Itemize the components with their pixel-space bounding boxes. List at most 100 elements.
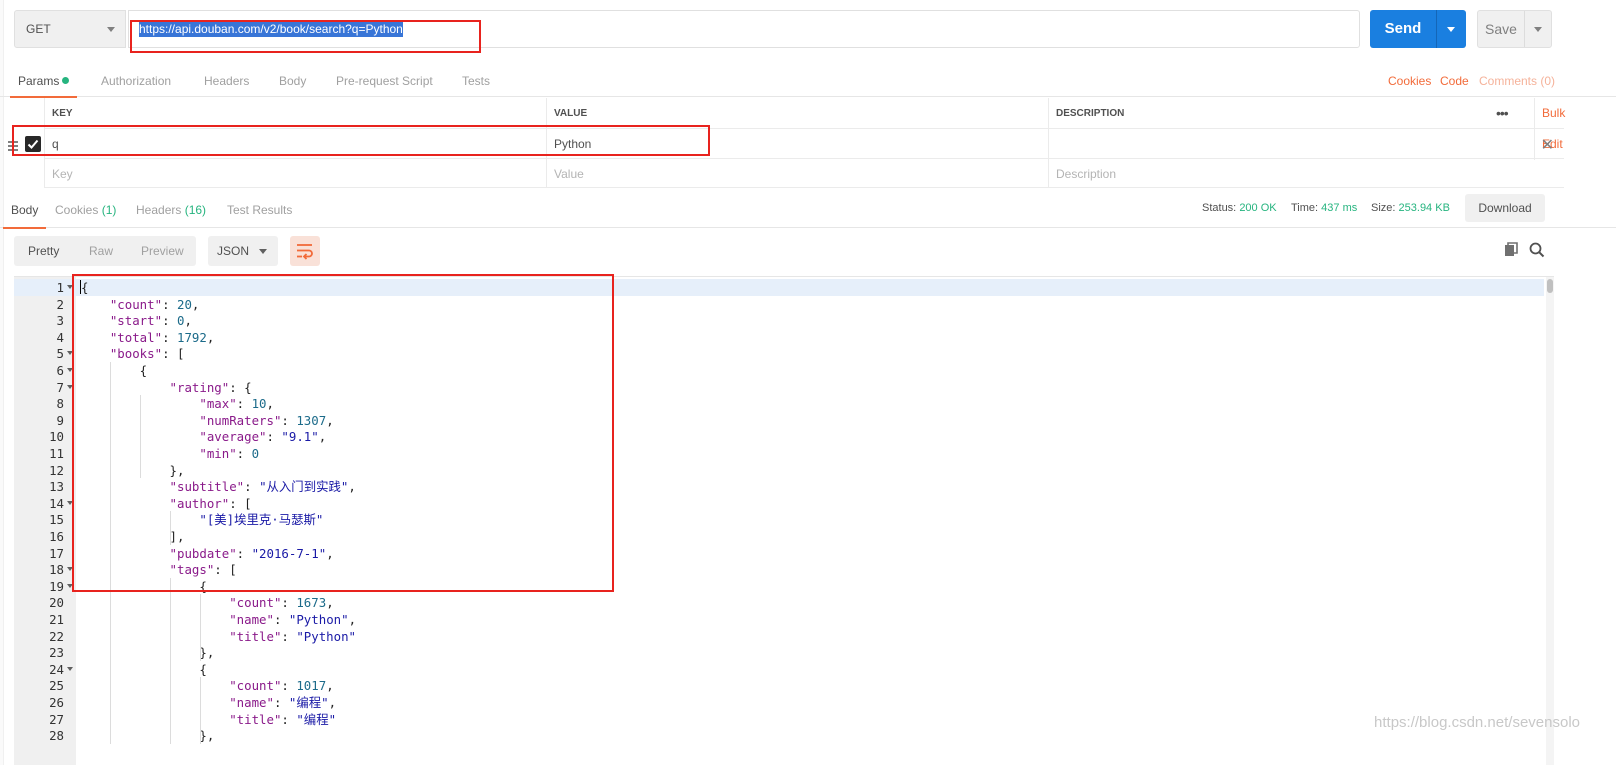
- response-cookies-label: Cookies: [55, 203, 99, 217]
- pretty-button[interactable]: Pretty: [28, 236, 59, 266]
- line-number: 1: [56, 280, 64, 295]
- tab-response-cookies[interactable]: Cookies (1): [55, 190, 116, 228]
- line-number: 7: [56, 379, 64, 395]
- code-text: "numRaters": 1307,: [199, 412, 334, 428]
- tab-params[interactable]: Params: [9, 60, 78, 98]
- save-divider: [1524, 11, 1525, 47]
- format-select[interactable]: JSON: [208, 236, 278, 266]
- description-column-header: DESCRIPTION: [1048, 98, 1448, 128]
- code-text: {: [80, 578, 207, 594]
- code-line: 3 "start": 0,: [14, 312, 1544, 329]
- params-header-row: KEY VALUE DESCRIPTION ••• Bulk Edit: [44, 98, 1565, 160]
- code-text: "count": 1017,: [229, 678, 334, 694]
- new-value-input[interactable]: Value: [546, 159, 1048, 187]
- code-line: 18 "tags": [: [14, 561, 1544, 578]
- tab-authorization[interactable]: Authorization: [101, 60, 171, 97]
- fold-arrow-icon[interactable]: [67, 583, 73, 588]
- code-line: 10 "average": "9.1",: [14, 428, 1544, 445]
- fold-arrow-icon[interactable]: [67, 500, 73, 505]
- code-text: "title": "Python": [229, 628, 357, 644]
- fold-arrow-icon[interactable]: [67, 384, 73, 389]
- fold-arrow-icon[interactable]: [67, 567, 73, 572]
- method-select[interactable]: GET: [14, 10, 126, 48]
- delete-row-close-icon[interactable]: ✕: [1541, 135, 1554, 155]
- code-line: 17 "pubdate": "2016-7-1",: [14, 545, 1544, 562]
- url-input[interactable]: https://api.douban.com/v2/book/search?q=…: [128, 10, 1360, 48]
- tab-response-headers[interactable]: Headers (16): [136, 190, 206, 228]
- watermark: https://blog.csdn.net/sevensolo: [1374, 714, 1580, 731]
- chevron-down-icon: [259, 249, 267, 254]
- tab-body[interactable]: Body: [279, 60, 306, 97]
- scrollbar-thumb[interactable]: [1547, 279, 1553, 293]
- new-key-input[interactable]: Key: [44, 159, 546, 187]
- fold-arrow-icon[interactable]: [67, 666, 73, 671]
- fold-arrow-icon[interactable]: [67, 351, 73, 356]
- code-text: "name": "编程",: [229, 695, 337, 710]
- code-line: 8 "max": 10,: [14, 395, 1544, 412]
- line-number: 25: [49, 678, 64, 694]
- save-button[interactable]: Save: [1477, 10, 1552, 48]
- copy-icon[interactable]: [1504, 242, 1519, 261]
- response-body-viewer[interactable]: 1{2 "count": 20, 3 "start": 0, 4 "total": …: [14, 276, 1554, 765]
- response-headers-label: Headers: [136, 203, 182, 217]
- cookies-link[interactable]: Cookies: [1388, 60, 1431, 102]
- code-line: 9 "numRaters": 1307,: [14, 412, 1544, 429]
- send-divider: [1436, 10, 1437, 48]
- code-link[interactable]: Code: [1440, 60, 1469, 102]
- param-value-cell[interactable]: Python: [546, 129, 1048, 158]
- line-number: 20: [49, 595, 64, 611]
- tab-tests[interactable]: Tests: [462, 60, 490, 97]
- size-value: 253.94 KB: [1398, 202, 1450, 214]
- line-number: 10: [49, 429, 64, 445]
- param-description-cell[interactable]: [1048, 129, 1564, 158]
- param-key-cell[interactable]: q: [44, 129, 546, 158]
- code-text: "[美]埃里克·马瑟斯": [199, 512, 324, 528]
- vertical-scrollbar[interactable]: [1546, 277, 1554, 765]
- new-description-input[interactable]: Description: [1048, 159, 1564, 187]
- line-number: 12: [49, 462, 64, 478]
- wrap-lines-button[interactable]: [290, 236, 320, 266]
- value-column-header: VALUE: [546, 98, 1048, 128]
- line-number: 6: [56, 363, 64, 378]
- code-line: 7 "rating": {: [14, 379, 1544, 396]
- tab-headers[interactable]: Headers: [204, 60, 249, 97]
- code-text: {: [80, 363, 148, 378]
- code-text: "total": 1792,: [109, 329, 215, 345]
- send-button[interactable]: Send: [1370, 10, 1466, 48]
- preview-button[interactable]: Preview: [141, 236, 184, 266]
- code-text: "books": [: [109, 346, 185, 362]
- code-text: "rating": {: [169, 379, 252, 395]
- tab-pre-request-script[interactable]: Pre-request Script: [336, 60, 433, 97]
- indent-guide: [139, 395, 141, 479]
- response-cookies-count: (1): [101, 203, 117, 217]
- line-number: 24: [49, 661, 64, 677]
- drag-handle-icon[interactable]: [8, 141, 18, 153]
- search-icon[interactable]: [1529, 242, 1545, 261]
- key-column-header: KEY: [44, 98, 546, 128]
- status-label: Status:: [1202, 202, 1237, 214]
- fold-arrow-icon[interactable]: [67, 368, 73, 372]
- response-tabs: Body Cookies (1) Headers (16) Test Resul…: [0, 190, 1616, 229]
- view-mode-group: Pretty Raw Preview: [14, 236, 196, 266]
- more-options-icon[interactable]: •••: [1496, 106, 1509, 120]
- save-options-chevron-icon[interactable]: [1534, 27, 1542, 32]
- line-number: 17: [49, 545, 64, 561]
- code-text: "author": [: [169, 495, 252, 511]
- raw-button[interactable]: Raw: [89, 236, 113, 266]
- code-line: 1{: [14, 279, 1544, 296]
- code-line: 15 "[美]埃里克·马瑟斯": [14, 511, 1544, 528]
- tab-test-results[interactable]: Test Results: [227, 190, 292, 228]
- param-enabled-checkbox[interactable]: [25, 136, 41, 152]
- time-readout: Time: 437 ms: [1291, 190, 1357, 227]
- tab-response-body[interactable]: Body: [2, 190, 47, 229]
- fold-arrow-icon[interactable]: [67, 285, 73, 289]
- code-text: "name": "Python",: [229, 612, 357, 627]
- line-number: 28: [49, 728, 64, 744]
- send-options-chevron-icon[interactable]: [1447, 27, 1455, 32]
- download-button[interactable]: Download: [1465, 194, 1545, 222]
- code-text: "count": 20,: [109, 296, 200, 312]
- line-number: 16: [49, 529, 64, 544]
- line-number: 27: [49, 711, 64, 727]
- comments-link[interactable]: Comments (0): [1479, 60, 1555, 102]
- code-text: {: [80, 280, 89, 295]
